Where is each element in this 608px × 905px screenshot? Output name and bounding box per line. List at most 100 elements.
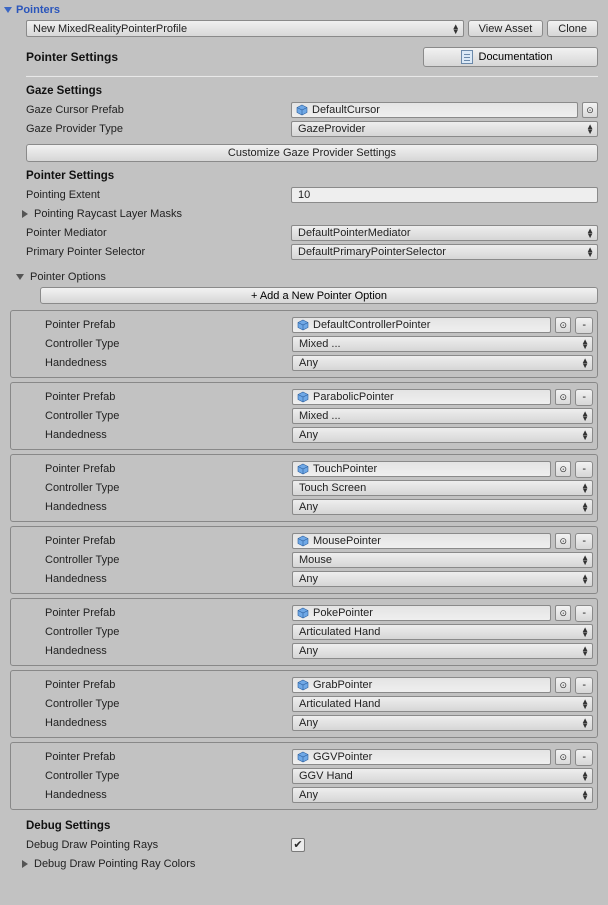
handedness-dropdown[interactable]: Any▲▼ bbox=[292, 499, 593, 515]
pointer-prefab-value: TouchPointer bbox=[313, 463, 377, 475]
pointers-foldout[interactable]: Pointers bbox=[4, 2, 604, 18]
controller-type-dropdown[interactable]: Mixed ...▲▼ bbox=[292, 408, 593, 424]
controller-type-dropdown[interactable]: Mixed ...▲▼ bbox=[292, 336, 593, 352]
pointer-prefab-field[interactable]: TouchPointer bbox=[292, 461, 551, 477]
controller-type-dropdown[interactable]: GGV Hand▲▼ bbox=[292, 768, 593, 784]
object-picker-button[interactable]: ⊙ bbox=[555, 389, 571, 405]
object-picker-button[interactable]: ⊙ bbox=[582, 102, 598, 118]
gaze-cursor-prefab-field[interactable]: DefaultCursor bbox=[291, 102, 578, 118]
debug-draw-rays-row: Debug Draw Pointing Rays ✔ bbox=[26, 836, 598, 854]
handedness-dropdown[interactable]: Any▲▼ bbox=[292, 643, 593, 659]
foldout-down-icon bbox=[4, 7, 12, 13]
controller-type-dropdown[interactable]: Mouse▲▼ bbox=[292, 552, 593, 568]
handedness-label: Handedness bbox=[45, 429, 292, 441]
handedness-row: HandednessAny▲▼ bbox=[45, 354, 593, 372]
pointer-prefab-field[interactable]: PokePointer bbox=[292, 605, 551, 621]
pointing-extent-input[interactable]: 10 bbox=[291, 187, 598, 203]
primary-selector-dropdown[interactable]: DefaultPrimaryPointerSelector ▲▼ bbox=[291, 244, 598, 260]
pointer-prefab-row: Pointer PrefabPokePointer⊙- bbox=[45, 604, 593, 622]
prefab-icon bbox=[297, 607, 309, 619]
handedness-dropdown[interactable]: Any▲▼ bbox=[292, 427, 593, 443]
pointer-prefab-label: Pointer Prefab bbox=[45, 751, 292, 763]
handedness-label: Handedness bbox=[45, 501, 292, 513]
gaze-heading: Gaze Settings bbox=[26, 85, 598, 97]
handedness-label: Handedness bbox=[45, 789, 292, 801]
pointer-mediator-label: Pointer Mediator bbox=[26, 227, 291, 239]
profile-dropdown[interactable]: New MixedRealityPointerProfile ▲▼ bbox=[26, 20, 464, 37]
debug-draw-rays-label: Debug Draw Pointing Rays bbox=[26, 839, 291, 851]
divider bbox=[26, 75, 598, 77]
raycast-masks-foldout[interactable]: Pointing Raycast Layer Masks bbox=[22, 206, 598, 222]
remove-option-button[interactable]: - bbox=[575, 605, 593, 622]
dropdown-arrows-icon: ▲▼ bbox=[581, 627, 589, 637]
customize-gaze-button[interactable]: Customize Gaze Provider Settings bbox=[26, 144, 598, 162]
handedness-dropdown[interactable]: Any▲▼ bbox=[292, 715, 593, 731]
controller-type-label: Controller Type bbox=[45, 554, 292, 566]
view-asset-button[interactable]: View Asset bbox=[468, 20, 544, 37]
remove-option-button[interactable]: - bbox=[575, 533, 593, 550]
pointer-option-block: Pointer PrefabDefaultControllerPointer⊙-… bbox=[10, 310, 598, 378]
controller-type-dropdown[interactable]: Touch Screen▲▼ bbox=[292, 480, 593, 496]
pointer-options-foldout[interactable]: Pointer Options bbox=[16, 269, 598, 285]
pointer-prefab-value: MousePointer bbox=[313, 535, 381, 547]
remove-option-button[interactable]: - bbox=[575, 461, 593, 478]
pointer-prefab-value: GGVPointer bbox=[313, 751, 372, 763]
check-icon: ✔ bbox=[293, 840, 302, 851]
pointer-option-block: Pointer PrefabMousePointer⊙-Controller T… bbox=[10, 526, 598, 594]
prefab-icon bbox=[297, 751, 309, 763]
dropdown-arrows-icon: ▲▼ bbox=[586, 124, 594, 134]
controller-type-row: Controller TypeTouch Screen▲▼ bbox=[45, 479, 593, 497]
pointer-prefab-field[interactable]: MousePointer bbox=[292, 533, 551, 549]
debug-ray-colors-foldout[interactable]: Debug Draw Pointing Ray Colors bbox=[22, 856, 598, 872]
pointer-prefab-field[interactable]: GrabPointer bbox=[292, 677, 551, 693]
pointer-option-block: Pointer Prefab TouchPointer ⊙-Controller T… bbox=[10, 454, 598, 522]
controller-type-label: Controller Type bbox=[45, 770, 292, 782]
dropdown-arrows-icon: ▲▼ bbox=[452, 24, 460, 34]
pointer-prefab-field[interactable]: GGVPointer bbox=[292, 749, 551, 765]
customize-gaze-row: Customize Gaze Provider Settings bbox=[26, 144, 598, 162]
controller-type-row: Controller TypeMouse▲▼ bbox=[45, 551, 593, 569]
object-picker-button[interactable]: ⊙ bbox=[555, 533, 571, 549]
add-pointer-option-button[interactable]: + Add a New Pointer Option bbox=[40, 287, 598, 304]
object-picker-button[interactable]: ⊙ bbox=[555, 677, 571, 693]
documentation-button[interactable]: Documentation bbox=[423, 47, 598, 67]
object-picker-button[interactable]: ⊙ bbox=[555, 317, 571, 333]
handedness-dropdown[interactable]: Any▲▼ bbox=[292, 571, 593, 587]
handedness-dropdown[interactable]: Any▲▼ bbox=[292, 355, 593, 371]
handedness-label: Handedness bbox=[45, 717, 292, 729]
dropdown-arrows-icon: ▲▼ bbox=[581, 483, 589, 493]
pointer-prefab-field[interactable]: DefaultControllerPointer bbox=[292, 317, 551, 333]
dropdown-arrows-icon: ▲▼ bbox=[581, 502, 589, 512]
clone-button[interactable]: Clone bbox=[547, 20, 598, 37]
pointer-prefab-label: Pointer Prefab bbox=[45, 679, 292, 691]
debug-draw-rays-checkbox[interactable]: ✔ bbox=[291, 838, 305, 852]
pointer-prefab-value: GrabPointer bbox=[313, 679, 372, 691]
remove-option-button[interactable]: - bbox=[575, 317, 593, 334]
dropdown-arrows-icon: ▲▼ bbox=[581, 699, 589, 709]
prefab-icon bbox=[297, 535, 309, 547]
dropdown-arrows-icon: ▲▼ bbox=[581, 339, 589, 349]
pointer-prefab-value: DefaultControllerPointer bbox=[313, 319, 430, 331]
panel-title: Pointers bbox=[16, 4, 60, 16]
handedness-dropdown[interactable]: Any▲▼ bbox=[292, 787, 593, 803]
object-picker-button[interactable]: ⊙ bbox=[555, 749, 571, 765]
controller-type-dropdown[interactable]: Articulated Hand▲▼ bbox=[292, 624, 593, 640]
object-picker-button[interactable]: ⊙ bbox=[555, 461, 571, 477]
pointer-prefab-row: Pointer PrefabMousePointer⊙- bbox=[45, 532, 593, 550]
pointer-prefab-label: Pointer Prefab bbox=[45, 463, 292, 475]
pointer-prefab-field[interactable]: ParabolicPointer bbox=[292, 389, 551, 405]
object-picker-button[interactable]: ⊙ bbox=[555, 605, 571, 621]
handedness-label: Handedness bbox=[45, 357, 292, 369]
remove-option-button[interactable]: - bbox=[575, 389, 593, 406]
gaze-provider-dropdown[interactable]: GazeProvider ▲▼ bbox=[291, 121, 598, 137]
primary-selector-label: Primary Pointer Selector bbox=[26, 246, 291, 258]
gaze-cursor-row: Gaze Cursor Prefab DefaultCursor ⊙ bbox=[26, 101, 598, 119]
remove-option-button[interactable]: - bbox=[575, 677, 593, 694]
primary-selector-row: Primary Pointer Selector DefaultPrimaryP… bbox=[26, 243, 598, 261]
remove-option-button[interactable]: - bbox=[575, 749, 593, 766]
dropdown-arrows-icon: ▲▼ bbox=[581, 646, 589, 656]
handedness-row: HandednessAny▲▼ bbox=[45, 426, 593, 444]
pointer-mediator-dropdown[interactable]: DefaultPointerMediator ▲▼ bbox=[291, 225, 598, 241]
controller-type-dropdown[interactable]: Articulated Hand▲▼ bbox=[292, 696, 593, 712]
handedness-row: HandednessAny▲▼ bbox=[45, 786, 593, 804]
